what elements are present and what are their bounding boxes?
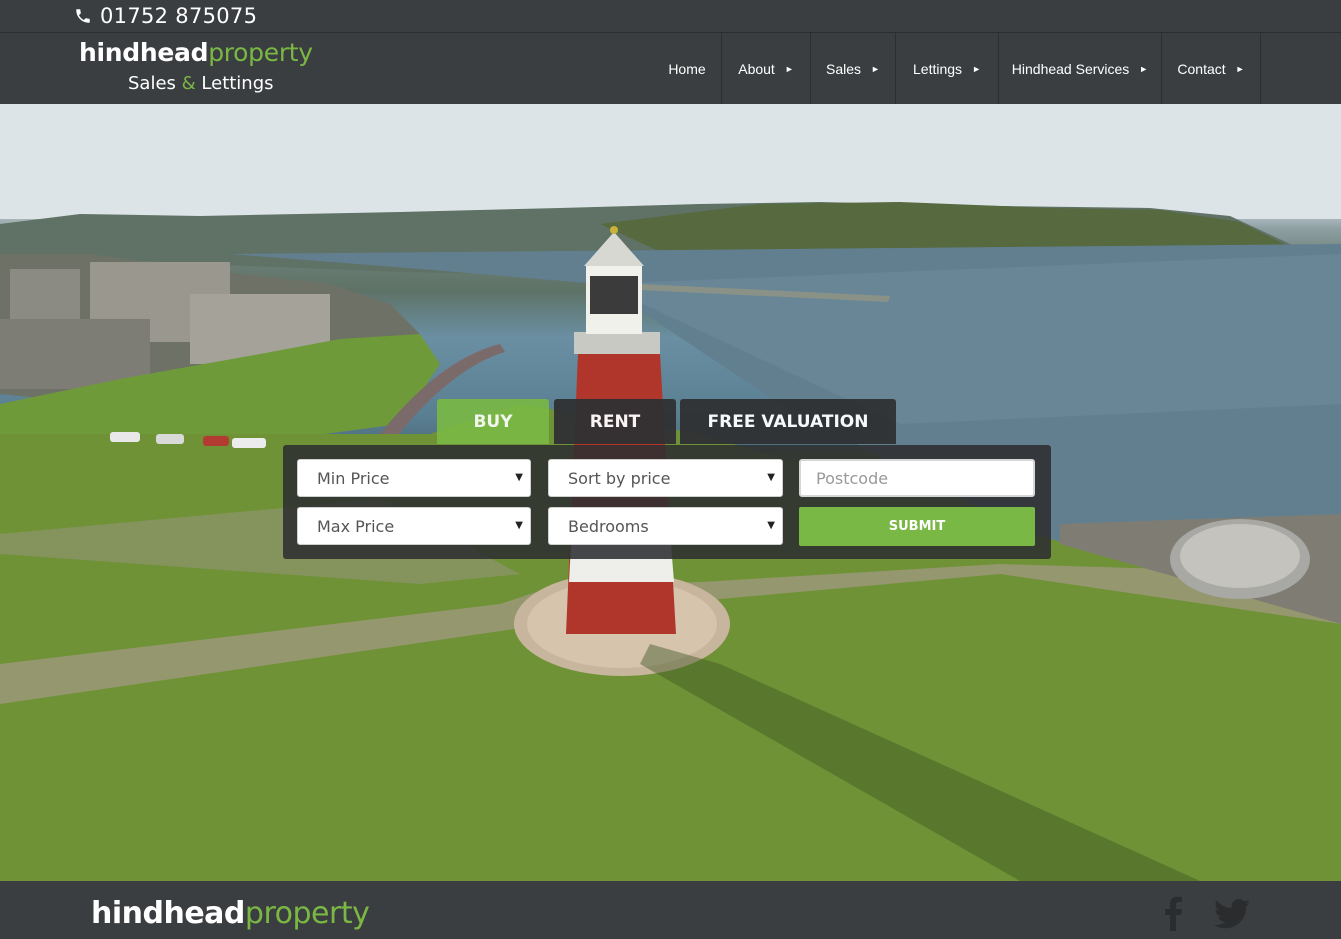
nav-item-contact[interactable]: Contact ► (1162, 33, 1261, 104)
nav-label: Home (668, 60, 706, 77)
submenu-arrow-icon: ► (784, 63, 794, 74)
top-bar: 01752 875075 (0, 0, 1341, 33)
tab-label: FREE VALUATION (707, 411, 869, 432)
logo-word-property: property (208, 38, 313, 67)
dropdown-arrow-icon: ▼ (515, 472, 523, 483)
facebook-icon[interactable] (1162, 895, 1184, 931)
logo-tag-amp: & (181, 73, 196, 94)
select-value: Min Price (317, 468, 390, 488)
sort-select[interactable]: Sort by price ▼ (548, 459, 783, 497)
submenu-arrow-icon: ► (1235, 63, 1245, 74)
tab-buy[interactable]: BUY (437, 399, 549, 444)
select-value: Sort by price (568, 468, 671, 488)
twitter-icon[interactable] (1214, 899, 1250, 929)
tab-free-valuation[interactable]: FREE VALUATION (680, 399, 896, 444)
submenu-arrow-icon: ► (871, 63, 880, 74)
max-price-select[interactable]: Max Price ▼ (297, 507, 531, 545)
nav-label: About (738, 60, 775, 77)
logo-tagline: Sales & Lettings (128, 73, 274, 94)
submenu-arrow-icon: ► (1139, 63, 1149, 74)
phone-number[interactable]: 01752 875075 (74, 4, 257, 28)
nav-label: Sales (826, 60, 862, 77)
footer-logo-property: property (244, 896, 370, 931)
tab-label: BUY (473, 411, 513, 432)
site-header: hindheadproperty Sales & Lettings Home A… (0, 33, 1341, 104)
nav-label: Hindhead Services (1011, 60, 1130, 77)
nav-label: Contact (1177, 60, 1226, 77)
footer-logo[interactable]: hindheadproperty (91, 896, 370, 931)
bedrooms-select[interactable]: Bedrooms ▼ (548, 507, 783, 545)
phone-text: 01752 875075 (100, 4, 258, 28)
logo-word-hindhead: hindhead (79, 38, 209, 67)
logo-tag-sales: Sales (128, 73, 182, 94)
dropdown-arrow-icon: ▼ (767, 520, 775, 531)
postcode-input[interactable] (799, 459, 1035, 497)
hero-banner: BUY RENT FREE VALUATION Min Price ▼ Sort… (0, 104, 1341, 881)
footer-logo-hindhead: hindhead (91, 896, 245, 931)
tab-rent[interactable]: RENT (554, 399, 676, 444)
main-nav: Home About ► Sales ► Lettings ► Hindhead Se… (653, 33, 1261, 104)
nav-item-home[interactable]: Home (653, 33, 722, 104)
min-price-select[interactable]: Min Price ▼ (297, 459, 531, 497)
nav-item-sales[interactable]: Sales ► (811, 33, 896, 104)
nav-item-lettings[interactable]: Lettings ► (896, 33, 999, 104)
submenu-arrow-icon: ► (972, 63, 981, 74)
select-value: Bedrooms (568, 516, 649, 536)
nav-item-about[interactable]: About ► (722, 33, 811, 104)
nav-item-hindhead-services[interactable]: Hindhead Services ► (999, 33, 1162, 104)
property-search-panel: Min Price ▼ Sort by price ▼ Max Price ▼ … (283, 445, 1051, 559)
dropdown-arrow-icon: ▼ (767, 472, 775, 483)
logo-tag-lettings: Lettings (195, 73, 274, 94)
submit-button[interactable]: SUBMIT (799, 507, 1035, 546)
site-logo[interactable]: hindheadproperty Sales & Lettings (79, 38, 339, 100)
phone-icon (76, 9, 90, 23)
site-footer: hindheadproperty (0, 881, 1341, 939)
tab-label: RENT (589, 411, 641, 432)
logo-wordmark: hindheadproperty (79, 38, 313, 67)
dropdown-arrow-icon: ▼ (515, 520, 523, 531)
nav-label: Lettings (913, 60, 963, 77)
select-value: Max Price (317, 516, 395, 536)
